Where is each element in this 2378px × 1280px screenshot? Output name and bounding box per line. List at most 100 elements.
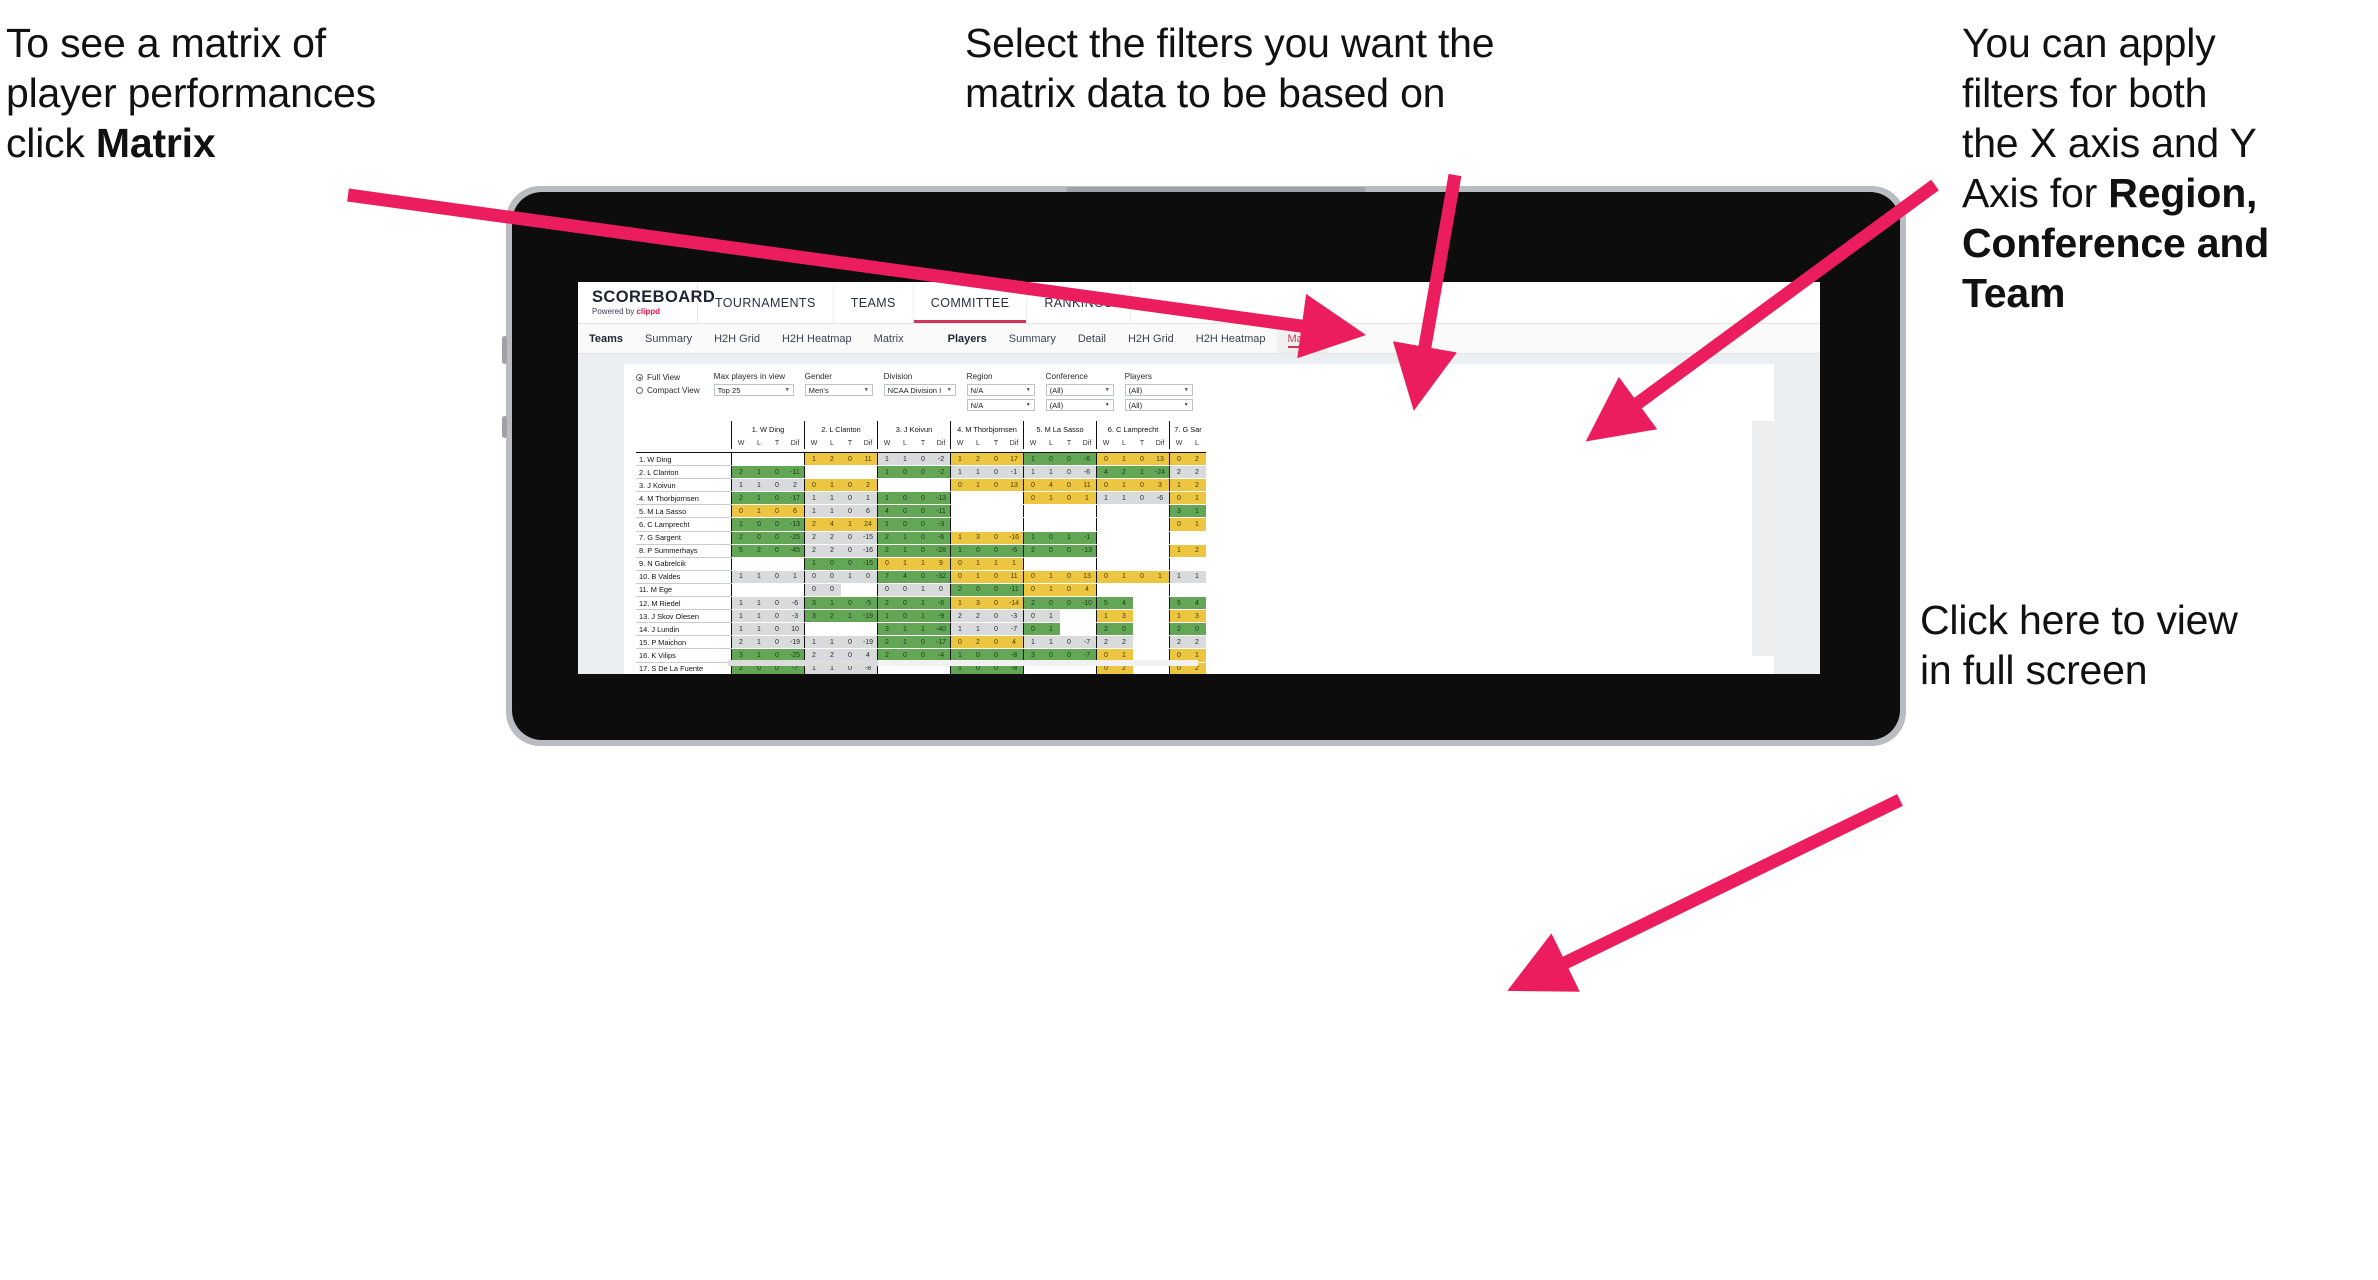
matrix-cell[interactable] <box>750 452 768 467</box>
matrix-cell[interactable]: 1 <box>969 557 987 571</box>
subnav-players-matrix[interactable]: Matrix <box>1276 324 1329 353</box>
matrix-cell[interactable]: -6 <box>1078 452 1097 467</box>
matrix-cell[interactable]: 0 <box>1042 531 1060 545</box>
matrix-cell[interactable] <box>1078 504 1097 519</box>
matrix-cell[interactable]: 2 <box>786 478 805 493</box>
matrix-cell[interactable] <box>1133 609 1151 624</box>
matrix-cell[interactable]: -17 <box>932 635 951 650</box>
matrix-cell[interactable]: 1 <box>804 452 823 467</box>
matrix-cell[interactable]: 1 <box>1023 452 1042 467</box>
matrix-cell[interactable]: 1 <box>750 635 768 650</box>
matrix-cell[interactable]: 1 <box>1115 570 1133 584</box>
matrix-cell[interactable]: 1 <box>969 478 987 493</box>
matrix-cell[interactable] <box>1005 491 1024 506</box>
matrix-cell[interactable] <box>1133 504 1151 519</box>
matrix-cell[interactable] <box>950 517 969 532</box>
matrix-cell[interactable]: 0 <box>1023 583 1042 598</box>
matrix-cell[interactable]: 1 <box>950 531 969 545</box>
matrix-cell[interactable]: 1 <box>750 465 768 480</box>
matrix-cell[interactable] <box>804 465 823 480</box>
matrix-cell[interactable]: 1 <box>1042 583 1060 598</box>
matrix-cell[interactable] <box>1151 517 1170 532</box>
matrix-cell[interactable]: 1 <box>750 609 768 624</box>
matrix-cell[interactable]: 1 <box>1023 635 1042 650</box>
matrix-cell[interactable]: -19 <box>786 635 805 650</box>
matrix-cell[interactable] <box>1023 557 1042 571</box>
matrix-cell[interactable]: 1 <box>1151 570 1170 584</box>
matrix-cell[interactable]: 2 <box>1023 596 1042 611</box>
matrix-cell[interactable]: 0 <box>1023 622 1042 637</box>
matrix-cell[interactable]: 1 <box>731 596 750 611</box>
matrix-cell[interactable]: 1 <box>841 609 859 624</box>
matrix-cell[interactable]: 0 <box>841 596 859 611</box>
matrix-cell[interactable] <box>1060 609 1078 624</box>
matrix-cell[interactable]: -17 <box>786 491 805 506</box>
matrix-cell[interactable]: 11 <box>1078 478 1097 493</box>
matrix-cell[interactable] <box>1151 583 1170 598</box>
matrix-cell[interactable]: 2 <box>804 531 823 545</box>
matrix-cell[interactable]: -15 <box>859 557 878 571</box>
matrix-cell[interactable] <box>841 465 859 480</box>
matrix-cell[interactable]: 11 <box>1005 570 1024 584</box>
matrix-cell[interactable]: 4 <box>1005 635 1024 650</box>
matrix-cell[interactable]: 1 <box>950 544 969 558</box>
matrix-cell[interactable] <box>1133 583 1151 598</box>
matrix-cell[interactable]: 0 <box>987 596 1005 611</box>
matrix-cell[interactable]: 2 <box>731 491 750 506</box>
matrix-cell[interactable]: 2 <box>1169 635 1188 650</box>
matrix-cell[interactable]: 3 <box>804 596 823 611</box>
matrix-cell[interactable] <box>1005 504 1024 519</box>
matrix-cell[interactable]: 0 <box>1060 491 1078 506</box>
matrix-cell[interactable] <box>932 478 951 493</box>
matrix-cell[interactable]: 2 <box>823 609 841 624</box>
matrix-cell[interactable]: 3 <box>1169 504 1188 519</box>
matrix-cell[interactable]: 1 <box>1078 491 1097 506</box>
matrix-cell[interactable]: -7 <box>1078 635 1097 650</box>
matrix-cell[interactable]: 1 <box>896 452 914 467</box>
matrix-cell[interactable] <box>969 517 987 532</box>
matrix-cell[interactable]: 1 <box>841 517 859 532</box>
matrix-cell[interactable]: 0 <box>804 478 823 493</box>
matrix-cell[interactable] <box>1188 557 1206 571</box>
matrix-cell[interactable]: 1 <box>950 596 969 611</box>
matrix-cell[interactable] <box>1151 557 1170 571</box>
matrix-cell[interactable]: 0 <box>987 531 1005 545</box>
matrix-cell[interactable]: 1 <box>1042 465 1060 480</box>
matrix-cell[interactable]: 0 <box>823 557 841 571</box>
matrix-cell[interactable]: -45 <box>786 544 805 558</box>
matrix-cell[interactable]: 1 <box>731 478 750 493</box>
matrix-cell[interactable] <box>987 504 1005 519</box>
matrix-cell[interactable] <box>1096 504 1115 519</box>
matrix-cell[interactable]: 2 <box>1188 635 1206 650</box>
matrix-cell[interactable]: 0 <box>1188 622 1206 637</box>
matrix-cell[interactable]: 0 <box>1060 465 1078 480</box>
matrix-cell[interactable]: 1 <box>877 609 896 624</box>
matrix-cell[interactable]: 1 <box>914 622 932 637</box>
matrix-cell[interactable] <box>768 557 786 571</box>
matrix-cell[interactable] <box>731 583 750 598</box>
matrix-cell[interactable]: 2 <box>804 544 823 558</box>
matrix-cell[interactable]: 0 <box>1169 452 1188 467</box>
subnav-teams-summary[interactable]: Summary <box>634 324 703 353</box>
matrix-cell[interactable]: 0 <box>1042 596 1060 611</box>
nav-rankings[interactable]: RANKINGS <box>1027 282 1131 323</box>
matrix-cell[interactable]: 1 <box>896 635 914 650</box>
matrix-cell[interactable] <box>1169 531 1188 545</box>
matrix-cell[interactable]: 0 <box>768 544 786 558</box>
matrix-cell[interactable]: 2 <box>1096 622 1115 637</box>
matrix-cell[interactable]: -1 <box>1078 531 1097 545</box>
matrix-cell[interactable]: 0 <box>914 452 932 467</box>
matrix-cell[interactable]: 0 <box>877 583 896 598</box>
matrix-cell[interactable]: -2 <box>932 465 951 480</box>
matrix-cell[interactable] <box>1023 517 1042 532</box>
matrix-cell[interactable]: 0 <box>1133 478 1151 493</box>
matrix-cell[interactable]: 6 <box>859 504 878 519</box>
matrix-cell[interactable] <box>750 583 768 598</box>
matrix-cell[interactable] <box>1169 583 1188 598</box>
matrix-cell[interactable] <box>1151 504 1170 519</box>
matrix-cell[interactable]: 0 <box>1023 478 1042 493</box>
matrix-cell[interactable]: 1 <box>1042 570 1060 584</box>
matrix-cell[interactable]: 2 <box>877 635 896 650</box>
filter-region-select-y[interactable]: N/A ▼ <box>966 399 1035 411</box>
matrix-cell[interactable]: 5 <box>1096 596 1115 611</box>
